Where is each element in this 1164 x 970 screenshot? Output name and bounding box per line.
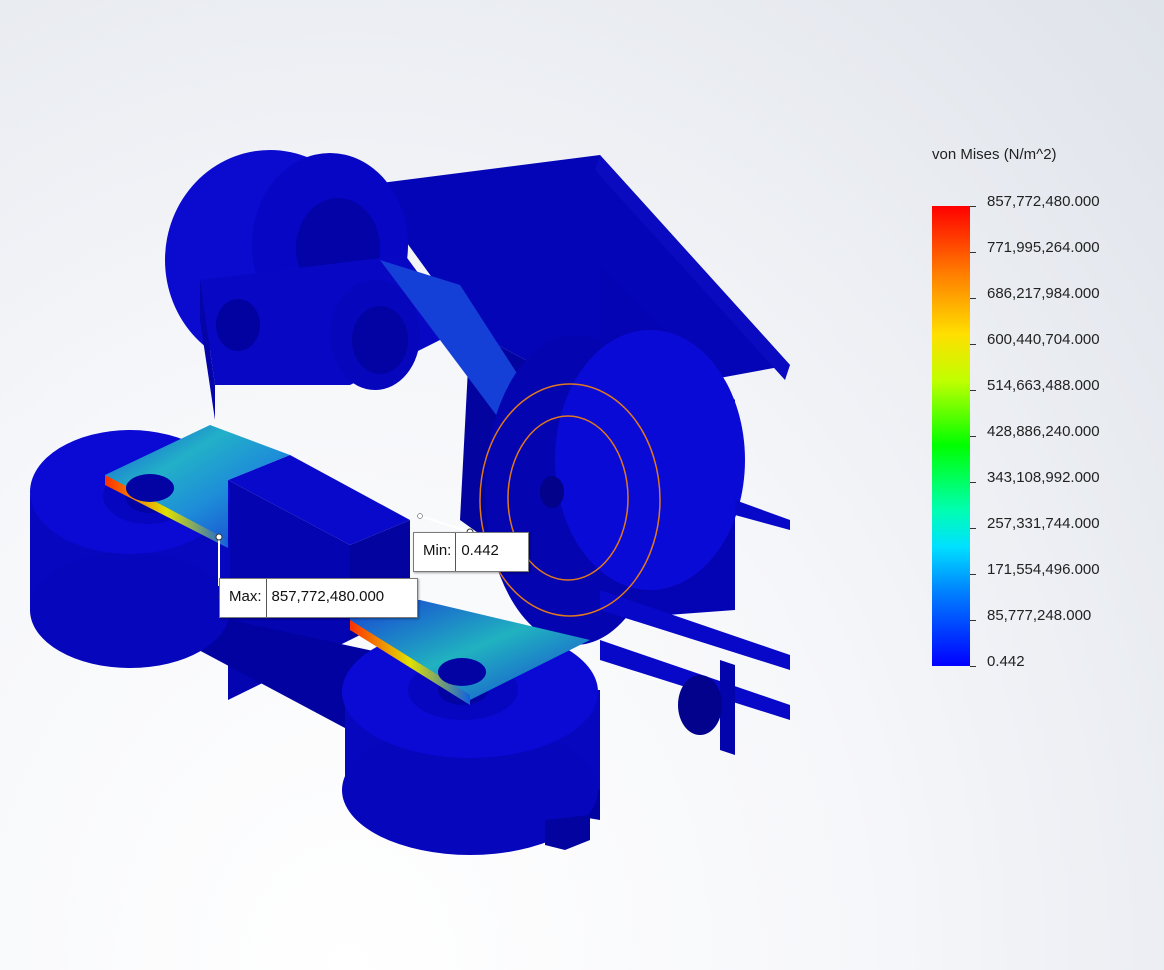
legend-label: 257,331,744.000 <box>987 515 1100 532</box>
legend-label: 771,995,264.000 <box>987 239 1100 256</box>
min-probe-value: 0.442 <box>461 542 499 559</box>
legend-label: 0.442 <box>987 653 1025 670</box>
legend-tick <box>970 252 976 253</box>
legend-label: 343,108,992.000 <box>987 469 1100 486</box>
legend-color-bar <box>932 206 970 666</box>
legend-tick <box>970 482 976 483</box>
min-probe-label: Min: <box>414 533 457 571</box>
legend-label: 857,772,480.000 <box>987 193 1100 210</box>
max-probe-value: 857,772,480.000 <box>271 588 385 605</box>
legend-tick <box>970 574 976 575</box>
legend-label: 514,663,488.000 <box>987 377 1100 394</box>
min-probe-callout[interactable]: Min: 0.442 <box>413 532 529 572</box>
legend-label: 686,217,984.000 <box>987 285 1100 302</box>
legend-tick <box>970 528 976 529</box>
legend-tick <box>970 206 976 207</box>
legend-tick <box>970 436 976 437</box>
legend-tick <box>970 344 976 345</box>
max-probe-callout[interactable]: Max: 857,772,480.000 <box>219 578 418 618</box>
legend-label: 171,554,496.000 <box>987 561 1100 578</box>
legend-title: von Mises (N/m^2) <box>932 146 1057 163</box>
legend-tick <box>970 620 976 621</box>
stress-legend[interactable]: von Mises (N/m^2) 857,772,480.000 771,99… <box>928 140 1148 680</box>
legend-label: 600,440,704.000 <box>987 331 1100 348</box>
legend-label: 85,777,248.000 <box>987 607 1092 624</box>
legend-label: 428,886,240.000 <box>987 423 1100 440</box>
legend-tick <box>970 666 976 667</box>
legend-tick <box>970 298 976 299</box>
max-probe-label: Max: <box>220 579 267 617</box>
legend-tick <box>970 390 976 391</box>
